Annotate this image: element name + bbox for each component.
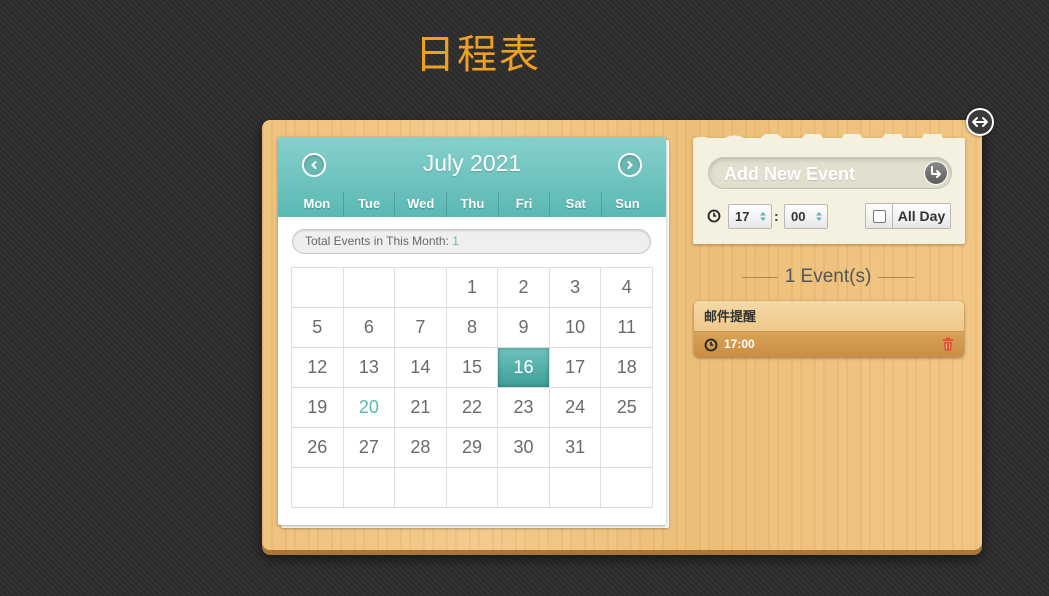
day-cell-22[interactable]: 22 bbox=[446, 388, 499, 428]
weekday-label: Tue bbox=[342, 192, 395, 217]
spinner-arrows-icon bbox=[816, 212, 822, 221]
day-cell-2[interactable]: 2 bbox=[498, 268, 550, 308]
day-cell-3[interactable]: 3 bbox=[549, 268, 602, 308]
day-cell-10[interactable]: 10 bbox=[549, 308, 602, 348]
calendar-header: July 2021 Mon Tue Wed Thu Fri Sat Sun bbox=[278, 137, 666, 217]
enter-icon bbox=[931, 166, 941, 178]
day-cell-empty bbox=[549, 468, 602, 508]
day-cell-empty bbox=[292, 268, 344, 308]
event-item[interactable]: 邮件提醒 17:00 bbox=[694, 301, 964, 357]
all-day-checkbox-wrap bbox=[866, 204, 893, 228]
day-cell-empty bbox=[292, 468, 344, 508]
day-grid: 1 2 3 4 5 6 7 8 9 10 11 12 13 14 15 16 17 18 19 20 21 22 23 24 2… bbox=[291, 267, 653, 508]
day-cell-1[interactable]: 1 bbox=[446, 268, 499, 308]
all-day-toggle[interactable]: All Day bbox=[865, 203, 951, 229]
month-event-total: Total Events in This Month: 1 bbox=[292, 229, 651, 254]
day-cell-empty bbox=[395, 268, 447, 308]
resize-handle[interactable] bbox=[966, 108, 994, 136]
hour-value: 17 bbox=[735, 209, 750, 224]
day-cell-empty bbox=[601, 468, 653, 508]
day-cell-5[interactable]: 5 bbox=[292, 308, 344, 348]
clock-icon bbox=[707, 209, 721, 223]
day-cell-11[interactable]: 11 bbox=[601, 308, 653, 348]
day-cell-18[interactable]: 18 bbox=[601, 348, 653, 388]
day-cell-empty bbox=[601, 428, 653, 468]
calendar: July 2021 Mon Tue Wed Thu Fri Sat Sun To… bbox=[278, 137, 666, 525]
spinner-arrows-icon bbox=[760, 212, 766, 221]
weekday-label: Mon bbox=[303, 196, 331, 211]
day-cell-4[interactable]: 4 bbox=[601, 268, 653, 308]
next-month-button[interactable] bbox=[618, 153, 642, 177]
day-cell-empty bbox=[395, 468, 447, 508]
day-cell-8[interactable]: 8 bbox=[446, 308, 499, 348]
day-cell-30[interactable]: 30 bbox=[498, 428, 550, 468]
resize-horizontal-icon bbox=[972, 117, 988, 127]
day-cell-25[interactable]: 25 bbox=[601, 388, 653, 428]
torn-paper-edge bbox=[693, 134, 965, 146]
day-cell-9[interactable]: 9 bbox=[498, 308, 550, 348]
weekday-header: Mon Tue Wed Thu Fri Sat Sun bbox=[291, 192, 653, 217]
page-title: 日程表 bbox=[415, 32, 541, 78]
hour-spinner[interactable]: 17 bbox=[728, 204, 772, 229]
day-cell-empty bbox=[343, 468, 396, 508]
time-separator: : bbox=[774, 208, 779, 224]
add-event-panel: 17 : 00 All Day bbox=[693, 134, 965, 244]
day-cell-20[interactable]: 20 bbox=[343, 388, 396, 428]
day-cell-19[interactable]: 19 bbox=[292, 388, 344, 428]
new-event-field bbox=[708, 157, 952, 189]
day-cell-16[interactable]: 16 bbox=[498, 348, 550, 388]
day-cell-17[interactable]: 17 bbox=[549, 348, 602, 388]
day-cell-7[interactable]: 7 bbox=[395, 308, 447, 348]
event-time: 17:00 bbox=[724, 337, 755, 351]
chevron-right-icon bbox=[627, 161, 633, 169]
minute-value: 00 bbox=[791, 209, 806, 224]
time-row: 17 : 00 All Day bbox=[707, 203, 955, 230]
day-cell-23[interactable]: 23 bbox=[498, 388, 550, 428]
day-cell-empty bbox=[498, 468, 550, 508]
add-event-button[interactable] bbox=[924, 161, 948, 185]
event-title: 邮件提醒 bbox=[694, 301, 964, 332]
weekday-label: Sun bbox=[601, 192, 653, 217]
weekday-label: Thu bbox=[446, 192, 498, 217]
day-cell-27[interactable]: 27 bbox=[343, 428, 396, 468]
day-cell-empty bbox=[343, 268, 396, 308]
weekday-label: Fri bbox=[497, 192, 550, 217]
total-events-count: 1 bbox=[452, 234, 459, 248]
event-count-header: 1 Event(s) bbox=[742, 266, 914, 288]
weekday-label: Wed bbox=[394, 192, 446, 217]
day-cell-13[interactable]: 13 bbox=[343, 348, 396, 388]
day-cell-21[interactable]: 21 bbox=[395, 388, 447, 428]
day-cell-15[interactable]: 15 bbox=[446, 348, 499, 388]
weekday-label: Sat bbox=[549, 192, 601, 217]
divider-line bbox=[878, 277, 914, 278]
day-cell-26[interactable]: 26 bbox=[292, 428, 344, 468]
all-day-label: All Day bbox=[897, 208, 946, 224]
day-cell-12[interactable]: 12 bbox=[292, 348, 344, 388]
day-cell-31[interactable]: 31 bbox=[549, 428, 602, 468]
all-day-checkbox[interactable] bbox=[872, 209, 886, 223]
total-events-label: Total Events in This Month: bbox=[305, 234, 453, 248]
day-cell-14[interactable]: 14 bbox=[395, 348, 447, 388]
day-cell-28[interactable]: 28 bbox=[395, 428, 447, 468]
event-meta: 17:00 bbox=[694, 332, 964, 357]
day-cell-24[interactable]: 24 bbox=[549, 388, 602, 428]
month-title: July 2021 bbox=[422, 150, 522, 176]
trash-icon[interactable] bbox=[942, 337, 954, 351]
minute-spinner[interactable]: 00 bbox=[784, 204, 828, 229]
clock-icon bbox=[704, 338, 718, 352]
day-cell-29[interactable]: 29 bbox=[446, 428, 499, 468]
new-event-input[interactable] bbox=[722, 162, 916, 186]
day-cell-6[interactable]: 6 bbox=[343, 308, 396, 348]
day-cell-empty bbox=[446, 468, 499, 508]
